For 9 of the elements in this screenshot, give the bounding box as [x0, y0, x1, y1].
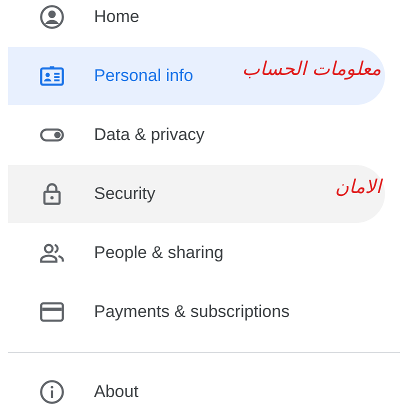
- nav-item[interactable]: Home: [8, 0, 385, 46]
- handwritten-annotation: معلومات الحساب: [242, 57, 381, 80]
- nav-item[interactable]: Payments & subscriptions: [8, 283, 385, 341]
- nav-item[interactable]: About: [8, 363, 385, 411]
- nav-item[interactable]: People & sharing: [8, 224, 385, 282]
- handwritten-annotation: الامان: [335, 175, 381, 198]
- nav-item[interactable]: Data & privacy: [8, 106, 385, 164]
- info-icon: [39, 379, 65, 405]
- person-circle-icon: [39, 4, 65, 30]
